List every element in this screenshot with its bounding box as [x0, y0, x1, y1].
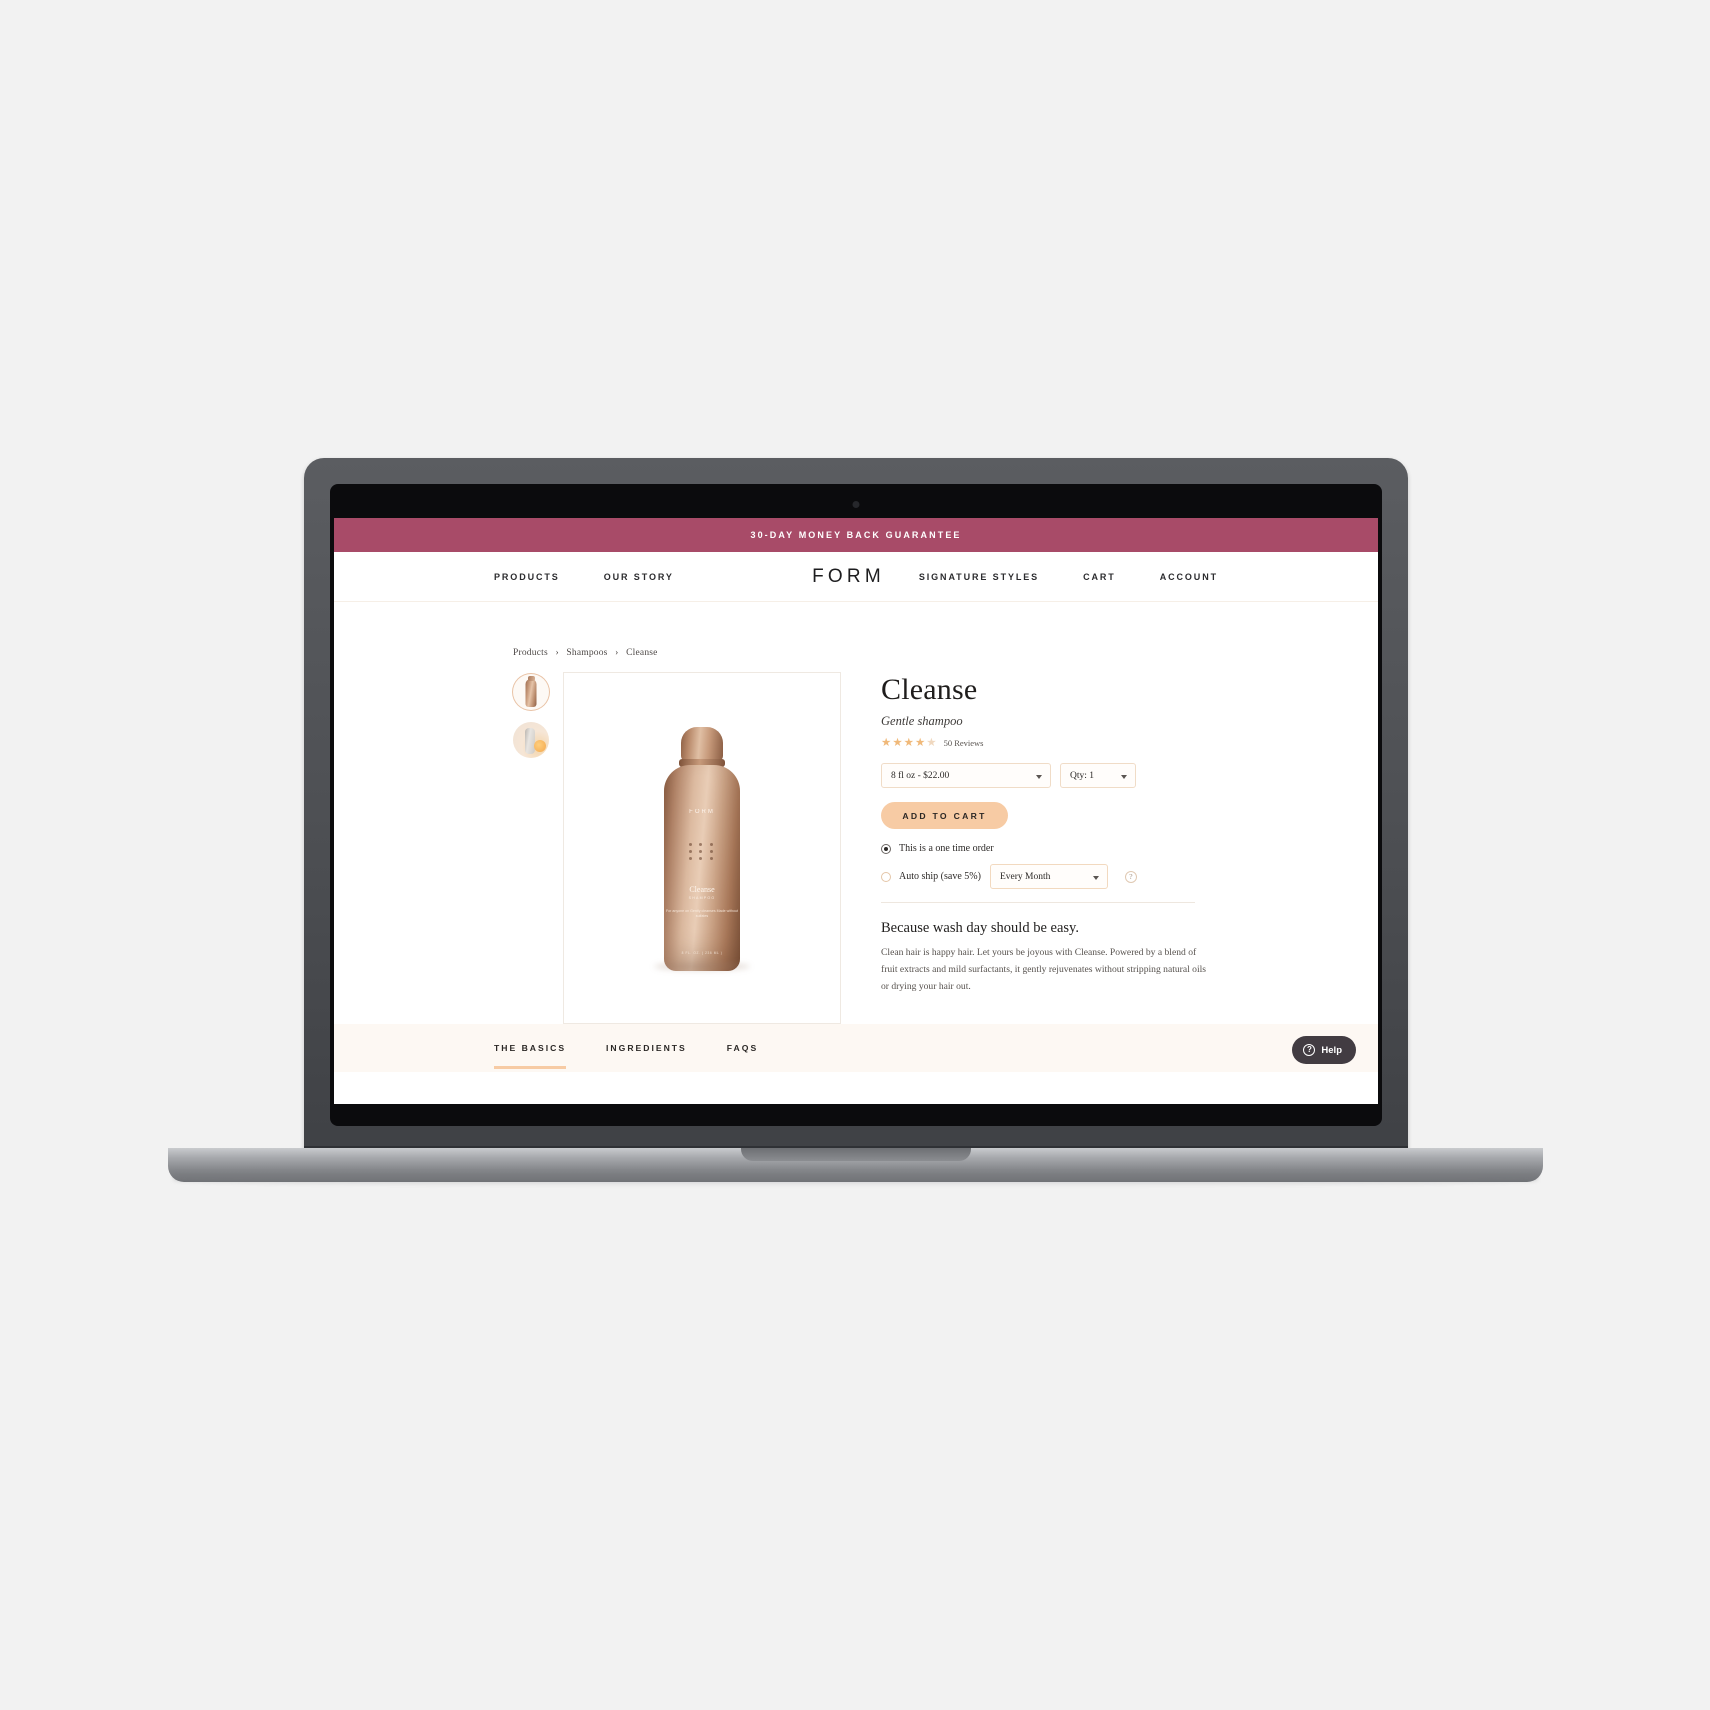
breadcrumb: Products › Shampoos › Cleanse	[513, 648, 1201, 658]
announcement-bar: 30-DAY MONEY BACK GUARANTEE	[334, 518, 1378, 552]
bottle-size-text: 8 FL. OZ. ( 236 ML )	[681, 951, 723, 955]
auto-ship-option[interactable]: Auto ship (save 5%) Every Month ?	[881, 864, 1195, 889]
tab-the-basics[interactable]: THE BASICS	[494, 1027, 567, 1069]
page-container: Products › Shampoos › Cleanse FORM Clean…	[511, 648, 1206, 1024]
description-body: Clean hair is happy hair. Let yours be j…	[881, 947, 1207, 992]
size-select[interactable]: 8 fl oz - $22.00	[881, 763, 1051, 788]
star-icon: ★	[903, 736, 914, 749]
nav-signature-styles[interactable]: SIGNATURE STYLES	[919, 572, 1039, 582]
add-to-cart-button[interactable]: ADD TO CART	[881, 802, 1008, 829]
nav-right-group: SIGNATURE STYLES CART ACCOUNT	[919, 572, 1218, 582]
bottle-illustration: FORM Cleanse SHAMPOO For anyone on Gentl…	[660, 727, 744, 971]
announcement-text: 30-DAY MONEY BACK GUARANTEE	[750, 530, 962, 540]
question-mark-circle-icon: ?	[1303, 1044, 1316, 1056]
quantity-select-value: Qty: 1	[1070, 770, 1095, 781]
one-time-order-option[interactable]: This is a one time order	[881, 843, 1195, 854]
webcam-icon	[852, 501, 860, 508]
tab-faqs[interactable]: FAQS	[727, 1027, 758, 1069]
breadcrumb-item-cleanse: Cleanse	[626, 648, 658, 658]
question-mark-icon[interactable]: ?	[1124, 870, 1137, 883]
bottle-product-type: SHAMPOO	[688, 896, 716, 900]
product-info: Cleanse Gentle shampoo ★ ★ ★ ★ ★ 50 Revi…	[855, 672, 1206, 995]
thumbnail-bottle[interactable]	[513, 674, 549, 710]
nav-products[interactable]: PRODUCTS	[494, 572, 560, 582]
purchase-options: This is a one time order Auto ship (save…	[881, 843, 1195, 889]
nav-left-group: PRODUCTS OUR STORY	[494, 572, 778, 582]
laptop-lid: 30-DAY MONEY BACK GUARANTEE PRODUCTS OUR…	[304, 458, 1408, 1160]
breadcrumb-separator: ›	[615, 648, 619, 658]
star-rating-icons: ★ ★ ★ ★ ★	[881, 736, 937, 750]
laptop-base-shadow	[174, 1174, 1537, 1186]
quantity-select[interactable]: Qty: 1	[1060, 763, 1136, 788]
bottle-icon	[524, 728, 535, 754]
product-detail-tabs: THE BASICS INGREDIENTS FAQS ? Help	[334, 1024, 1378, 1072]
bottle-brand-text: FORM	[689, 809, 715, 815]
screen-bezel: 30-DAY MONEY BACK GUARANTEE PRODUCTS OUR…	[330, 484, 1382, 1126]
main-navigation: PRODUCTS OUR STORY FORM SIGNATURE STYLES…	[334, 552, 1378, 602]
gallery-thumbnails	[513, 672, 549, 758]
star-half-icon: ★	[926, 736, 937, 749]
variant-selectors: 8 fl oz - $22.00 Qty: 1	[881, 763, 1195, 788]
size-select-value: 8 fl oz - $22.00	[891, 770, 950, 781]
bottle-body: FORM Cleanse SHAMPOO For anyone on Gentl…	[664, 765, 740, 971]
nav-account[interactable]: ACCOUNT	[1160, 572, 1218, 582]
breadcrumb-separator: ›	[555, 648, 559, 658]
help-widget-label: Help	[1321, 1044, 1342, 1056]
citrus-icon	[534, 740, 546, 752]
auto-ship-label: Auto ship (save 5%)	[899, 871, 981, 882]
thumbnail-lifestyle[interactable]	[513, 722, 549, 758]
bottle-icon	[525, 679, 537, 707]
tab-ingredients[interactable]: INGREDIENTS	[606, 1027, 687, 1069]
frequency-select-value: Every Month	[999, 871, 1051, 882]
help-widget-button[interactable]: ? Help	[1292, 1036, 1356, 1064]
bottle-copy-text: For anyone on Gently cleanses Made witho…	[665, 909, 739, 919]
nav-our-story[interactable]: OUR STORY	[604, 572, 674, 582]
product-hero-image[interactable]: FORM Cleanse SHAMPOO For anyone on Gentl…	[563, 672, 841, 1024]
radio-one-time[interactable]	[881, 843, 891, 854]
star-icon: ★	[881, 736, 892, 749]
brand-logo[interactable]: FORM	[778, 566, 919, 588]
chevron-down-icon	[1092, 875, 1099, 880]
breadcrumb-item-shampoos[interactable]: Shampoos	[566, 648, 607, 658]
reviews-count[interactable]: 50 Reviews	[944, 738, 984, 748]
breadcrumb-item-products[interactable]: Products	[513, 648, 548, 658]
radio-auto-ship[interactable]	[881, 871, 891, 882]
one-time-order-label: This is a one time order	[899, 843, 994, 854]
chevron-down-icon	[1121, 774, 1127, 779]
chevron-down-icon	[1036, 774, 1042, 779]
bottle-cap	[681, 727, 723, 761]
bottle-dot-pattern	[689, 843, 715, 860]
page-title: Cleanse	[881, 673, 978, 706]
screenshot-stage: 30-DAY MONEY BACK GUARANTEE PRODUCTS OUR…	[0, 0, 1710, 1710]
product-page: Products › Shampoos › Cleanse FORM Clean…	[334, 602, 1378, 1072]
product-subtitle: Gentle shampoo	[881, 713, 963, 728]
browser-viewport: 30-DAY MONEY BACK GUARANTEE PRODUCTS OUR…	[334, 518, 1378, 1104]
section-divider	[881, 902, 1195, 903]
star-icon: ★	[892, 736, 903, 749]
product-layout: FORM Cleanse SHAMPOO For anyone on Gentl…	[513, 672, 1206, 1024]
star-icon: ★	[914, 736, 926, 749]
product-rating[interactable]: ★ ★ ★ ★ ★ 50 Reviews	[881, 736, 1195, 750]
frequency-select[interactable]: Every Month	[989, 864, 1108, 889]
description-heading: Because wash day should be easy.	[881, 920, 1079, 936]
bottle-product-name: Cleanse	[689, 885, 715, 894]
bottle-shadow	[654, 962, 750, 971]
nav-cart[interactable]: CART	[1083, 572, 1116, 582]
laptop-mockup: 30-DAY MONEY BACK GUARANTEE PRODUCTS OUR…	[168, 458, 1543, 1258]
